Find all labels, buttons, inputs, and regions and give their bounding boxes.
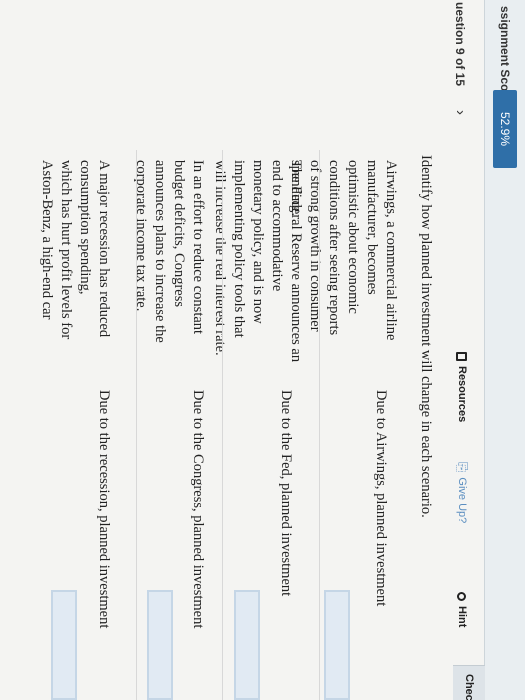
scenario-line: A major recession has reduced consumptio…	[77, 160, 112, 338]
divider	[136, 150, 137, 700]
scenario-congress: In an effort to reduce constant budget d…	[131, 160, 207, 375]
hint-button[interactable]: Hint	[451, 592, 473, 627]
response-recession: Due to the recession, planned investment	[96, 390, 112, 629]
give-up-button[interactable]: ⎘ Give Up?	[451, 462, 473, 523]
resources-button[interactable]: Resources	[451, 352, 473, 422]
scenario-line: Airwings, a commercial airline manufactu…	[364, 160, 399, 341]
response-congress: Due to the Congress, planned investment	[190, 390, 206, 629]
divider	[222, 150, 223, 700]
resources-label: Resources	[456, 366, 468, 423]
scenario-line: optimistic about economic conditions aft…	[326, 160, 361, 336]
scenario-line: The Federal Reserve announces an end to …	[269, 160, 304, 363]
assignment-score-value: 52.9%	[498, 111, 512, 147]
response-airwings: Due to Airwings, planned investment	[373, 390, 389, 607]
scenario-line: which has hurt profit levels for Aston-B…	[39, 160, 74, 340]
scenario-federal-reserve: The Federal Reserve announces an end to …	[210, 160, 305, 375]
assignment-header: ssignment Score: 52.9%	[484, 0, 525, 700]
answer-dropdown-recession[interactable]	[51, 590, 77, 700]
assignment-score-badge: 52.9%	[493, 90, 517, 168]
hint-label: Hint	[456, 606, 468, 628]
scenario-recession: A major recession has reduced consumptio…	[37, 160, 113, 375]
question-prompt: Identify how planned investment will cha…	[418, 155, 434, 518]
hint-icon	[457, 592, 467, 601]
give-up-icon: ⎘	[455, 462, 470, 473]
divider	[319, 150, 320, 700]
next-question-chevron-icon[interactable]: ›	[452, 110, 469, 115]
scenario-line: will increase the real interest rate.	[212, 160, 228, 356]
give-up-label: Give Up?	[456, 477, 468, 524]
answer-dropdown-airwings[interactable]	[324, 590, 350, 700]
question-counter: uestion 9 of 15	[453, 2, 467, 87]
rotated-screen: ssignment Score: 52.9% Check An uestion …	[0, 0, 525, 700]
scenario-line: monetary policy, and is now implementing…	[231, 160, 266, 338]
scenario-line: In an effort to reduce constant budget d…	[171, 160, 206, 335]
response-fed: Due to the Fed, planned investment	[278, 390, 294, 597]
answer-dropdown-fed[interactable]	[234, 590, 260, 700]
document-icon	[456, 352, 468, 361]
answer-dropdown-congress[interactable]	[147, 590, 173, 700]
